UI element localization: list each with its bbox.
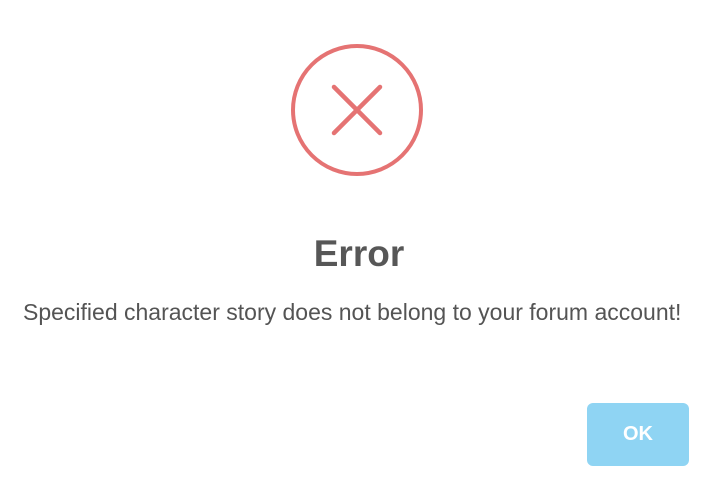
ok-button[interactable]: OK xyxy=(587,403,689,466)
error-dialog: Error Specified character story does not… xyxy=(0,0,718,484)
dialog-message: Specified character story does not belon… xyxy=(23,299,682,325)
error-x-circle-icon xyxy=(291,44,423,176)
dialog-title: Error xyxy=(313,233,405,274)
